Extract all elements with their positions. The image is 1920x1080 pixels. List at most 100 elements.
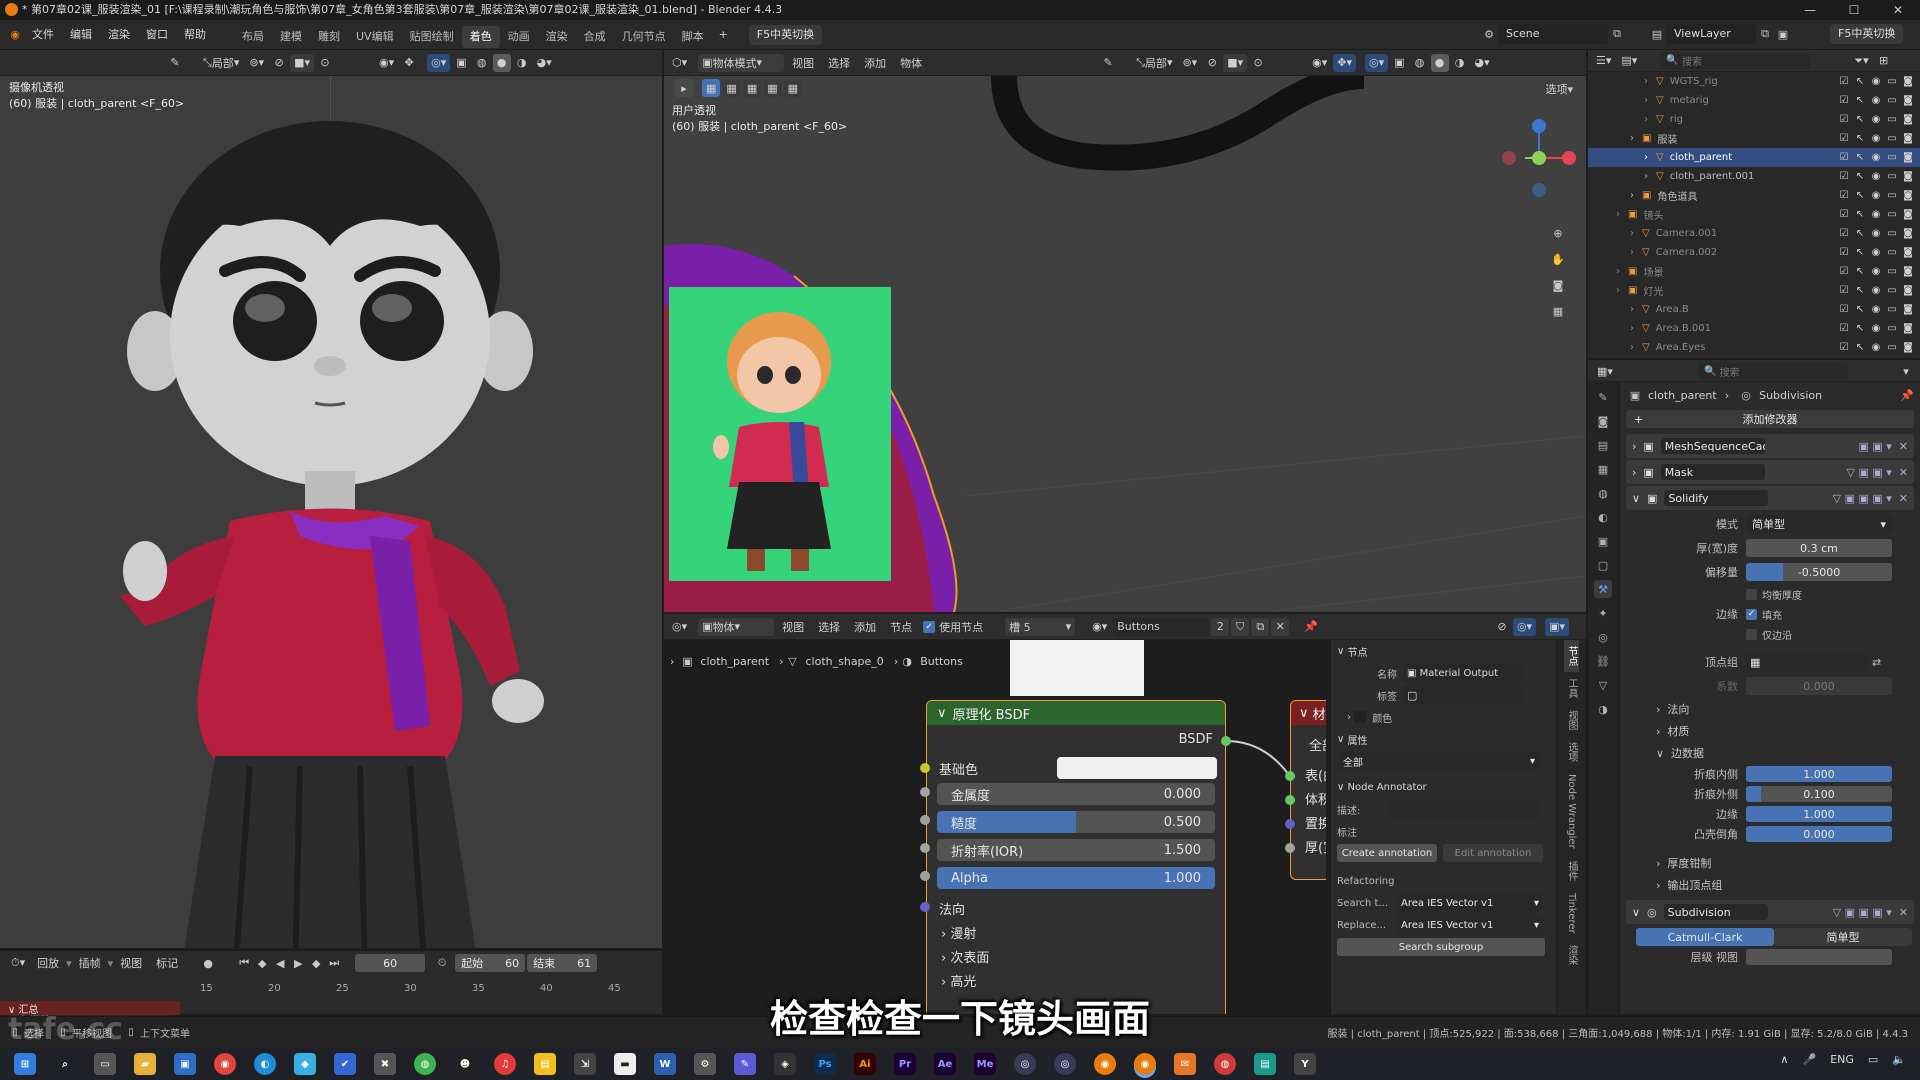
menu-0[interactable]: 文件 bbox=[24, 20, 62, 50]
outliner-row[interactable]: › ▽ rig ☑ ↖ ◉ ▭ ◙ bbox=[1588, 110, 1920, 129]
proportional-icon-2[interactable]: ⊙ bbox=[1249, 54, 1267, 72]
eye-icon[interactable]: ◉ bbox=[1870, 209, 1882, 221]
file-explorer-icon[interactable]: ▰ bbox=[134, 1053, 156, 1075]
viewlayer-selector[interactable]: ▤ ViewLayer ⧉ ▣ bbox=[1648, 24, 1792, 44]
checkbox-icon[interactable]: ☑ bbox=[1838, 247, 1850, 259]
use-nodes-checkbox[interactable]: ✓ 使用节点 bbox=[923, 619, 983, 635]
select-arrow-icon[interactable]: ↖ bbox=[1854, 342, 1866, 354]
camera-render-icon[interactable]: ◙ bbox=[1902, 209, 1914, 221]
sidebar-tab-2[interactable]: 视图 bbox=[1564, 704, 1579, 736]
output-tab-icon[interactable]: ▤ bbox=[1594, 436, 1612, 454]
task-view-icon[interactable]: ▭ bbox=[94, 1053, 116, 1075]
modifier-mesh-sequence-cache[interactable]: › ▣ MeshSequenceCache▣ ▣ ▾ ✕ bbox=[1626, 434, 1914, 458]
shader-type-dropdown[interactable]: ▣ 物体 ▾ bbox=[698, 617, 775, 636]
checkbox-icon[interactable]: ☑ bbox=[1838, 152, 1850, 164]
chrome-icon[interactable]: ◉ bbox=[214, 1053, 236, 1075]
even-thickness-checkbox[interactable] bbox=[1746, 588, 1757, 600]
outliner-row[interactable]: › ▣ 服装 ☑ ↖ ◉ ▭ ◙ bbox=[1588, 129, 1920, 148]
start-frame-field[interactable]: 起始 60 bbox=[455, 954, 526, 972]
overlay-icon-2[interactable]: ◎▾ bbox=[1365, 53, 1389, 72]
app-icon-2[interactable]: ✔ bbox=[334, 1053, 356, 1075]
outliner-row[interactable]: › ▣ 角色道具 ☑ ↖ ◉ ▭ ◙ bbox=[1588, 186, 1920, 205]
normal-socket[interactable] bbox=[920, 902, 930, 912]
select-arrow-icon[interactable]: ↖ bbox=[1854, 285, 1866, 297]
solidify-thickness-field[interactable]: 0.3 cm bbox=[1746, 539, 1892, 557]
properties-options-icon[interactable]: ▾ bbox=[1897, 362, 1915, 380]
node-menu-0[interactable]: 视图 bbox=[775, 619, 811, 635]
material-browse-icon[interactable]: ◉▾ bbox=[1088, 618, 1111, 636]
viewport-icon[interactable]: ▭ bbox=[1886, 133, 1898, 145]
store-icon[interactable]: ▣ bbox=[174, 1053, 196, 1075]
visibility-icon[interactable]: ◉▾ bbox=[375, 54, 398, 72]
camera-render-icon[interactable]: ◙ bbox=[1902, 114, 1914, 126]
camera-render-icon[interactable]: ◙ bbox=[1902, 342, 1914, 354]
material-tab-icon[interactable]: ◑ bbox=[1594, 700, 1612, 718]
workspace-tab-10[interactable]: 脚本 bbox=[674, 26, 712, 48]
maximize-icon[interactable]: ☐ bbox=[1832, 0, 1876, 20]
viewport-icon[interactable]: ▭ bbox=[1886, 323, 1898, 335]
viewport-icon[interactable]: ▭ bbox=[1886, 190, 1898, 202]
backdrop-icon[interactable]: ▣▾ bbox=[1545, 617, 1569, 636]
checkbox-icon[interactable]: ☑ bbox=[1838, 190, 1850, 202]
sidebar-tab-4[interactable]: Node Wrangler bbox=[1566, 768, 1577, 855]
select-arrow-icon[interactable]: ↖ bbox=[1854, 114, 1866, 126]
outliner-row[interactable]: ›▽Area.I☑↖◉▭◙ bbox=[1588, 357, 1920, 358]
expand-arrow-icon[interactable]: › bbox=[1644, 171, 1648, 182]
material-shading-icon-2[interactable]: ◑ bbox=[1451, 54, 1469, 72]
slot-dropdown[interactable]: 槽 5 ▾ bbox=[1005, 617, 1076, 636]
jump-end-icon[interactable]: ⏭ bbox=[325, 954, 343, 972]
solidify-offset-field[interactable]: -0.5000 bbox=[1746, 563, 1892, 581]
factor-field[interactable]: 0.000 bbox=[1746, 677, 1892, 695]
checkbox-icon[interactable]: ☑ bbox=[1838, 209, 1850, 221]
navigation-gizmo[interactable] bbox=[1499, 106, 1579, 216]
modifier-tab-icon[interactable]: ⚒ bbox=[1594, 580, 1612, 598]
minimize-icon[interactable]: — bbox=[1788, 0, 1832, 20]
microphone-icon[interactable]: 🎤 bbox=[1802, 1053, 1816, 1066]
select-arrow-icon[interactable]: ↖ bbox=[1854, 133, 1866, 145]
jump-start-icon[interactable]: ⏮ bbox=[235, 954, 253, 972]
expand-arrow-icon[interactable]: › bbox=[1630, 304, 1634, 315]
outliner-row[interactable]: › ▽ Camera.001 ☑ ↖ ◉ ▭ ◙ bbox=[1588, 224, 1920, 243]
stopwatch-icon[interactable]: ⏲ bbox=[433, 954, 451, 972]
eye-icon[interactable]: ◉ bbox=[1870, 114, 1882, 126]
viewport-icon[interactable]: ▭ bbox=[1886, 114, 1898, 126]
render-tab-icon[interactable]: ◙ bbox=[1594, 412, 1612, 430]
search-group-dropdown[interactable]: Area IES Vector v1 ▾ bbox=[1397, 894, 1543, 912]
base-color-socket[interactable] bbox=[920, 763, 930, 773]
checkbox-icon[interactable]: ☑ bbox=[1838, 133, 1850, 145]
camera-render-icon[interactable]: ◙ bbox=[1902, 266, 1914, 278]
marker-menu[interactable]: 标记 bbox=[149, 955, 185, 971]
eye-icon[interactable]: ◉ bbox=[1870, 342, 1882, 354]
select-arrow-icon[interactable]: ↖ bbox=[1854, 209, 1866, 221]
node-header[interactable]: ∨ 原理化 BSDF bbox=[927, 701, 1225, 725]
viewport-menu-0[interactable]: 视图 bbox=[785, 55, 821, 71]
material-shading-icon[interactable]: ◑ bbox=[513, 54, 531, 72]
subdivision-levels-field[interactable] bbox=[1746, 949, 1892, 965]
prev-key-icon[interactable]: ◆ bbox=[253, 954, 271, 972]
new-collection-icon[interactable]: ⊞ bbox=[1875, 52, 1893, 70]
outliner-row[interactable]: › ▽ cloth_parent ☑ ↖ ◉ ▭ ◙ bbox=[1588, 148, 1920, 167]
constraints-tab-icon[interactable]: ⛓ bbox=[1594, 652, 1612, 670]
node-overlay-icon[interactable]: ◎▾ bbox=[1512, 617, 1537, 636]
blender-taskbar-icon[interactable]: ◉ bbox=[1094, 1053, 1116, 1075]
modifier-mask[interactable]: › ▣ Mask ▽ ▣ ▣ ▾ ✕ bbox=[1626, 460, 1914, 484]
snap-icon[interactable]: ⊘ bbox=[270, 54, 288, 72]
eye-icon[interactable]: ◉ bbox=[1870, 247, 1882, 259]
expand-arrow-icon[interactable]: › bbox=[1644, 114, 1648, 125]
app-icon-5[interactable]: ▬ bbox=[614, 1053, 636, 1075]
roughness-field[interactable]: 糙度 0.500 bbox=[937, 811, 1215, 833]
properties-section-header[interactable]: ∨ 属性 bbox=[1337, 728, 1550, 750]
outliner-search-input[interactable]: 🔍 搜索 bbox=[1660, 52, 1811, 69]
remove-viewlayer-icon[interactable]: ▣ bbox=[1774, 25, 1792, 43]
physics-tab-icon[interactable]: ◎ bbox=[1594, 628, 1612, 646]
pin-icon[interactable]: 📌 bbox=[1300, 618, 1322, 636]
blender-active-taskbar-icon[interactable]: ◉ bbox=[1134, 1053, 1156, 1075]
materials-subpanel[interactable]: › 材质 bbox=[1626, 720, 1914, 742]
pivot-icon-2[interactable]: ⊚▾ bbox=[1178, 54, 1201, 72]
data-tab-icon[interactable]: ▽ bbox=[1594, 676, 1612, 694]
viewport-icon[interactable]: ▭ bbox=[1886, 342, 1898, 354]
snap-icon-2[interactable]: ⊘ bbox=[1203, 54, 1221, 72]
color-checkbox[interactable] bbox=[1354, 711, 1367, 723]
camera-render-icon[interactable]: ◙ bbox=[1902, 133, 1914, 145]
rendered-shading-icon-2[interactable]: ◕▾ bbox=[1471, 54, 1494, 72]
